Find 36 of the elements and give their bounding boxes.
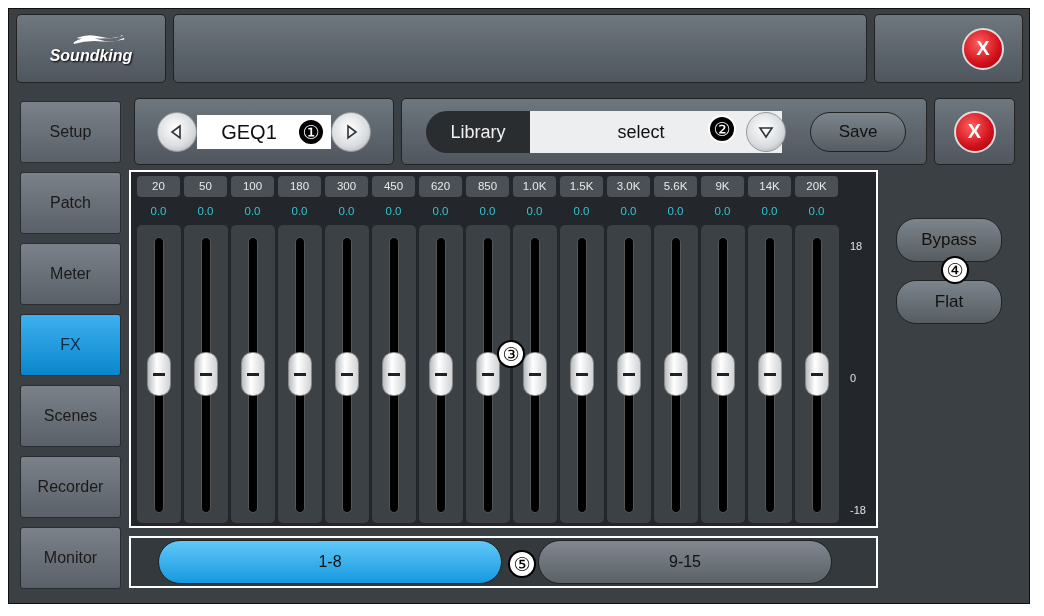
- scale-label: 0: [850, 372, 858, 384]
- gain-reading: 0.0: [620, 204, 637, 219]
- library-label: Library: [426, 110, 530, 153]
- frequency-label: 1.5K: [560, 176, 603, 197]
- frequency-label: 3.0K: [607, 176, 650, 197]
- gain-reading: 0.0: [432, 204, 449, 219]
- frequency-label: 450: [372, 176, 415, 197]
- frequency-label: 20: [137, 176, 180, 197]
- scale-label: 18: [850, 240, 864, 252]
- frequency-label: 50: [184, 176, 227, 197]
- frequency-label: 180: [278, 176, 321, 197]
- callout-number: ⑤: [508, 550, 536, 578]
- gain-reading: 0.0: [479, 204, 496, 219]
- gain-reading: 0.0: [197, 204, 214, 219]
- gain-reading: 0.0: [761, 204, 778, 219]
- frequency-label: 850: [466, 176, 509, 197]
- gain-reading: 0.0: [573, 204, 590, 219]
- scale-label: -18: [850, 504, 866, 516]
- logo: Soundking: [49, 46, 133, 65]
- gain-reading: 0.0: [667, 204, 684, 219]
- frequency-label: 20K: [795, 176, 838, 197]
- gain-reading: 0.0: [150, 204, 167, 219]
- frequency-label: 9K: [701, 176, 744, 197]
- gain-reading: 0.0: [244, 204, 261, 219]
- gain-reading: 0.0: [291, 204, 308, 219]
- gain-reading: 0.0: [526, 204, 543, 219]
- gain-reading: 0.0: [338, 204, 355, 219]
- gain-reading: 0.0: [808, 204, 825, 219]
- gain-reading: 0.0: [385, 204, 402, 219]
- frequency-label: 300: [325, 176, 368, 197]
- frequency-label: 14K: [748, 176, 791, 197]
- gain-reading: 0.0: [714, 204, 731, 219]
- frequency-label: 1.0K: [513, 176, 556, 197]
- frequency-label: 5.6K: [654, 176, 697, 197]
- frequency-label: 620: [419, 176, 462, 197]
- frequency-label: 100: [231, 176, 274, 197]
